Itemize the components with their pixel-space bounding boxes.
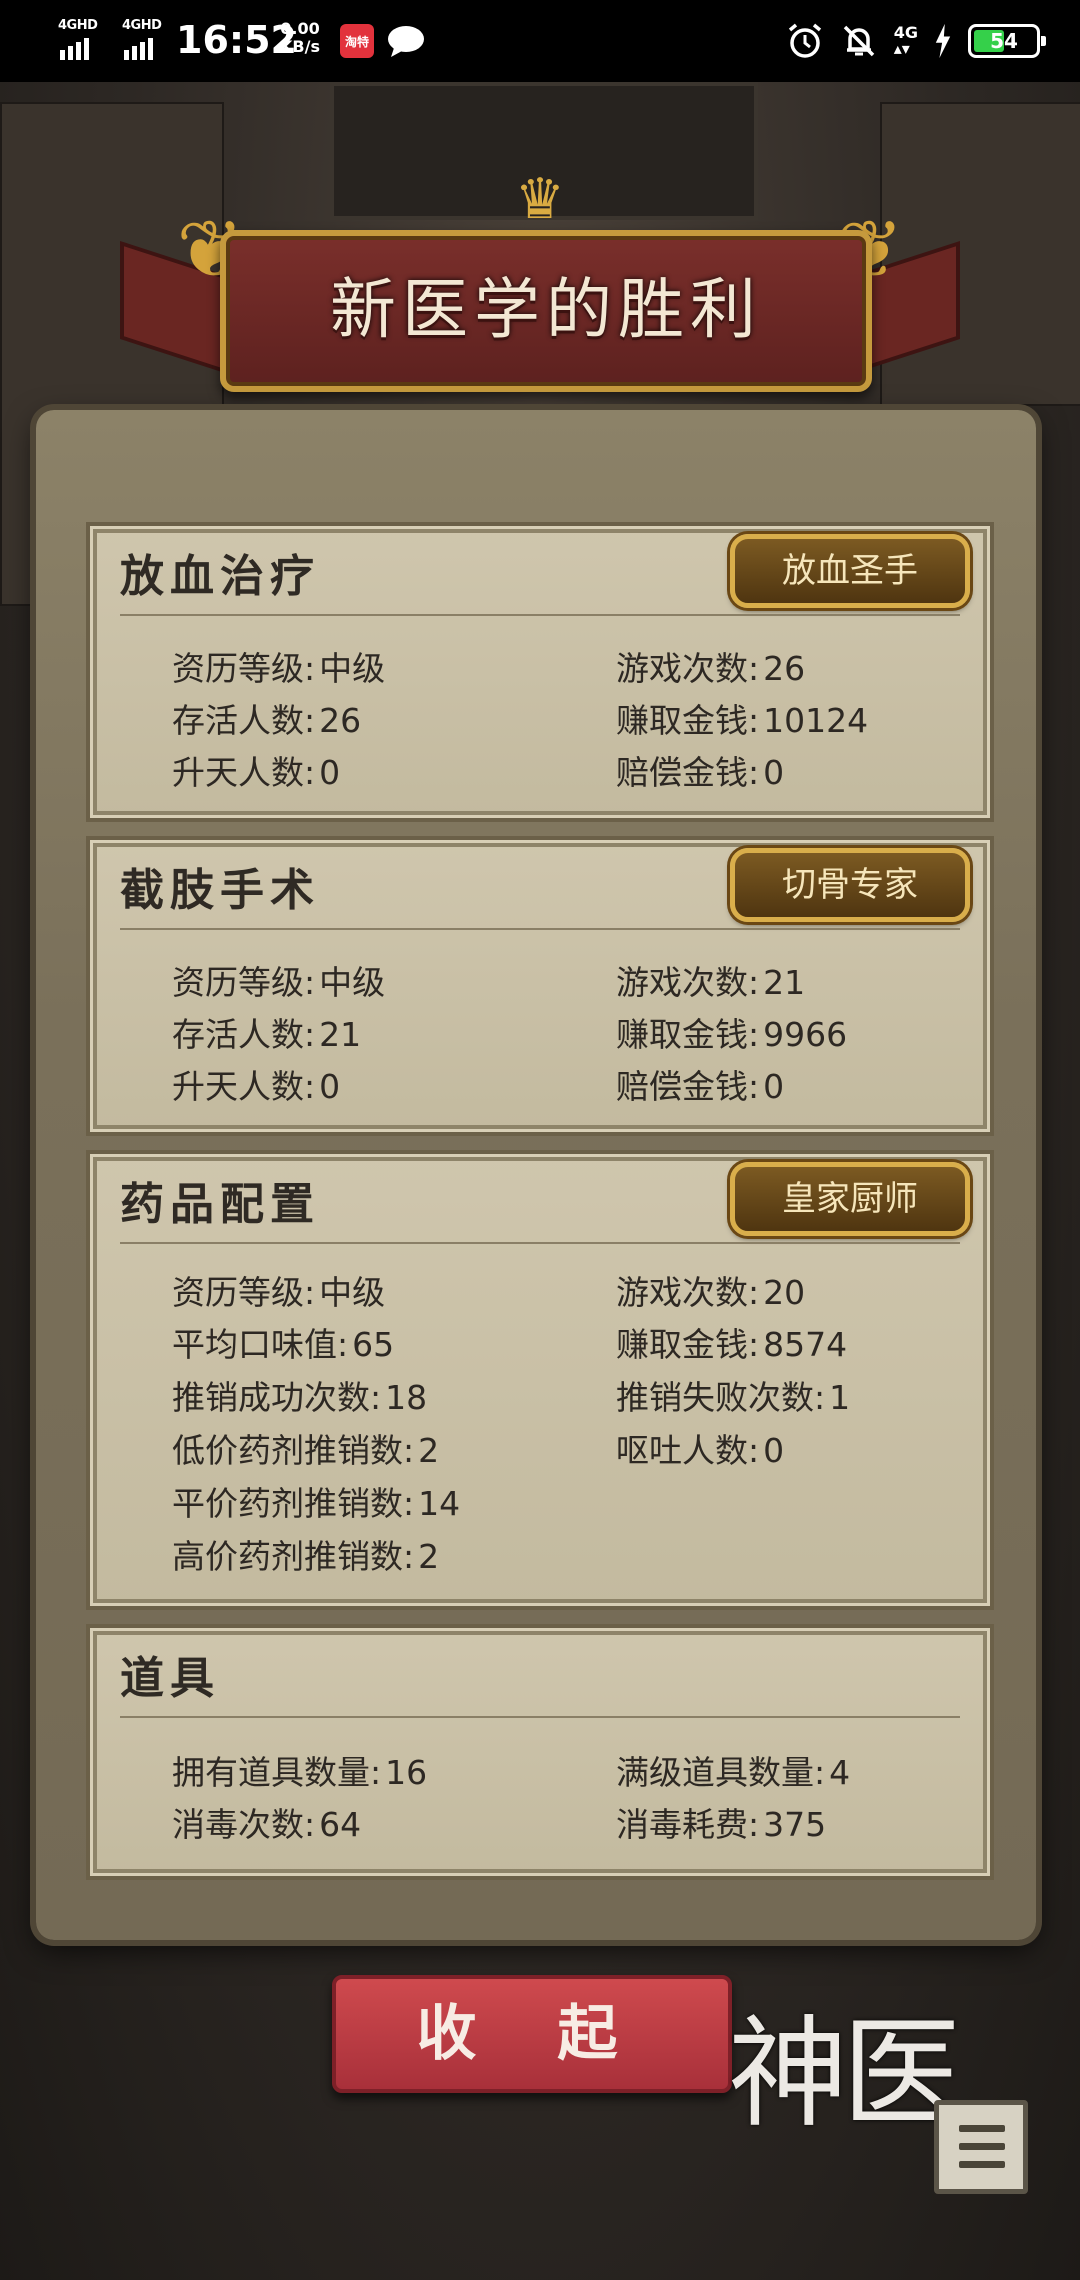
stat-item: 游戏次数: 20 [616,1273,806,1312]
stat-item: 资历等级: 中级 [172,1273,386,1312]
stat-item: 赔偿金钱: 0 [616,1067,785,1106]
network-label: 4GHD [58,18,98,33]
stat-item: 满级道具数量: 4 [616,1753,851,1792]
network-type-label: 4G [893,23,918,42]
status-right: 4G ▴▾ 54 [786,22,1046,60]
stat-item: 升天人数: 0 [172,1067,341,1106]
alarm-icon [788,23,821,58]
lightning-icon [935,23,951,59]
status-bar: 4GHD 4GHD 16:52 0.00 KB/s 淘特 4G ▴▾ 54 [0,0,1080,82]
collapse-button[interactable]: 收 起 [332,1975,732,2093]
stat-item: 存活人数: 26 [172,701,362,740]
stat-item: 推销失败次数: 1 [616,1378,851,1417]
stat-item: 呕吐人数: 0 [616,1431,785,1470]
stat-item: 高价药剂推销数: 2 [172,1537,440,1576]
crown-ornament-icon: ♛ [514,167,566,232]
network-speed: 0.00 KB/s [280,20,320,56]
stat-item: 低价药剂推销数: 2 [172,1431,440,1470]
section-items: 道具 拥有道具数量: 16 满级道具数量: 4 消毒次数: 64 消毒耗费: 375 [86,1624,994,1880]
stat-item: 存活人数: 21 [172,1015,362,1054]
bell-off-icon [843,25,874,57]
stat-item: 升天人数: 0 [172,753,341,792]
stat-item: 消毒次数: 64 [172,1805,362,1844]
stat-item: 赚取金钱: 9966 [616,1015,848,1054]
stat-item: 赚取金钱: 10124 [616,701,869,740]
section-divider [120,614,960,616]
stat-item: 平均口味值: 65 [172,1325,395,1364]
app-icon-label: 淘特 [344,35,369,49]
stat-item: 推销成功次数: 18 [172,1378,428,1417]
title-banner: ❦ ❦ ♛ 新医学的胜利 [120,170,960,420]
network-signals: 4GHD 4GHD [58,18,172,60]
stat-item: 游戏次数: 21 [616,963,806,1002]
section-medicine: 药品配置 皇家厨师 资历等级: 中级 游戏次数: 20 平均口味值: 65 赚取金钱:… [86,1150,994,1610]
stat-item: 资历等级: 中级 [172,963,386,1002]
app-notification-icon: 淘特 [340,24,374,58]
signal-icon: 4GHD [58,18,108,60]
battery-percent: 54 [990,29,1018,53]
stat-item: 游戏次数: 26 [616,649,806,688]
section-divider [120,1716,960,1718]
stat-item: 平价药剂推销数: 14 [172,1484,461,1523]
stat-item: 赔偿金钱: 0 [616,753,785,792]
stat-item: 资历等级: 中级 [172,649,386,688]
stat-item: 赚取金钱: 8574 [616,1325,848,1364]
section-title: 截肢手术 [120,865,320,916]
signal-icon: 4GHD [122,18,172,60]
achievement-badge: 皇家厨师 [730,1162,970,1236]
chat-bubble-icon [388,26,424,57]
stat-item: 拥有道具数量: 16 [172,1753,428,1792]
battery-indicator: 54 [968,24,1046,58]
speed-value: 0.00 [280,19,320,38]
page-title: 新医学的胜利 [330,271,762,348]
network-label: 4GHD [122,18,162,33]
achievement-badge: 放血圣手 [730,534,970,608]
section-title: 放血治疗 [120,551,320,602]
achievement-badge: 切骨专家 [730,848,970,922]
section-title: 药品配置 [120,1179,320,1230]
section-divider [120,1242,960,1244]
clock: 16:52 [176,18,297,62]
speed-unit: KB/s [280,37,320,56]
section-bloodletting: 放血治疗 放血圣手 资历等级: 中级 游戏次数: 26 存活人数: 26 赚取金钱: 1… [86,522,994,822]
stat-item: 消毒耗费: 375 [616,1805,827,1844]
network-type: 4G ▴▾ [893,23,918,58]
section-amputation: 截肢手术 切骨专家 资历等级: 中级 游戏次数: 21 存活人数: 21 赚取金钱: 9… [86,836,994,1136]
section-divider [120,928,960,930]
menu-icon[interactable] [934,2100,1028,2194]
section-title: 道具 [120,1653,220,1704]
